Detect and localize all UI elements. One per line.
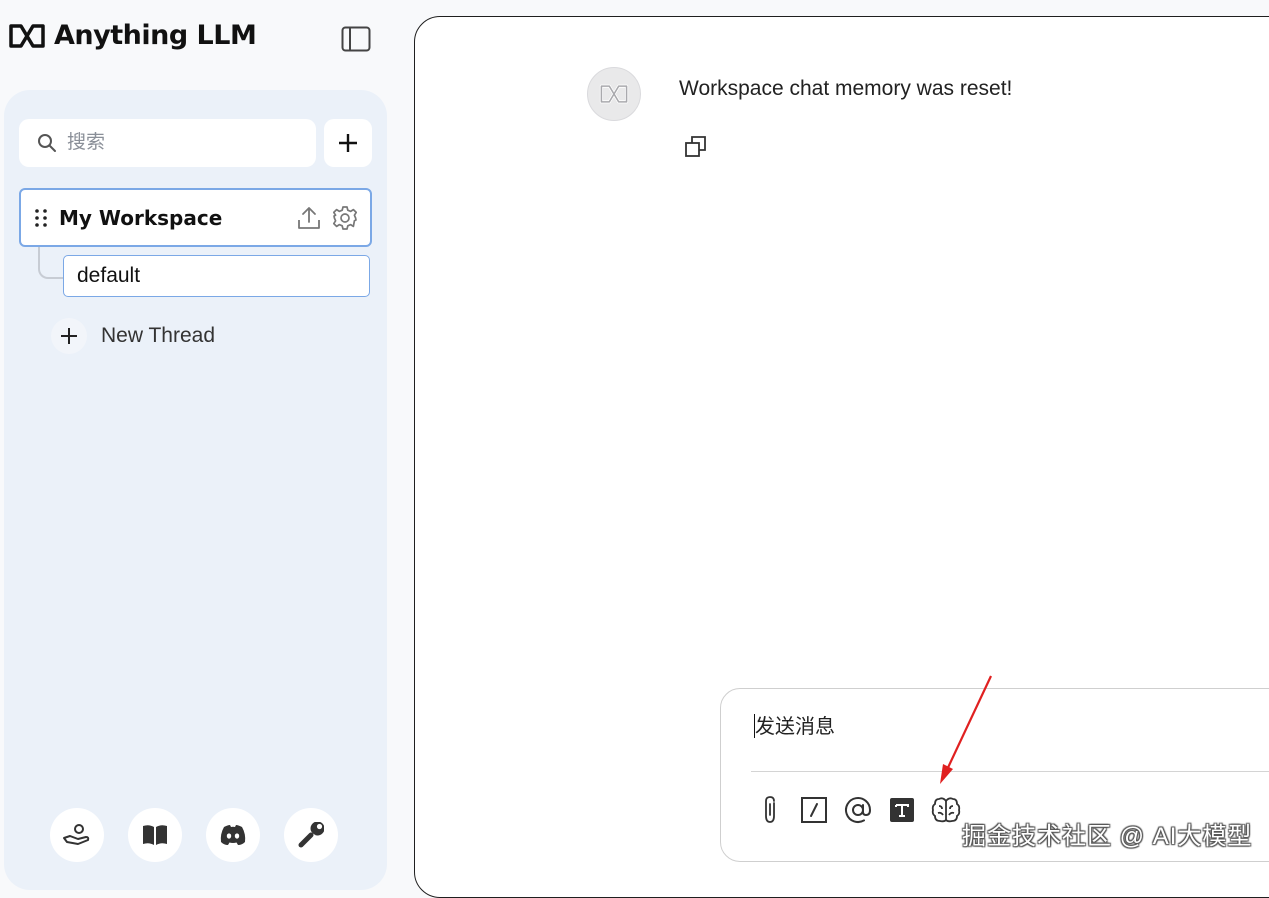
- search-input[interactable]: [65, 131, 299, 155]
- llm-selector-button[interactable]: [931, 795, 961, 825]
- settings-button[interactable]: [284, 808, 338, 862]
- slash-command-icon: [801, 797, 827, 823]
- app-name: Anything LLM: [54, 20, 257, 51]
- text-size-icon: [890, 798, 914, 822]
- drag-handle-icon[interactable]: [33, 207, 49, 229]
- workspace-item[interactable]: My Workspace: [19, 188, 372, 247]
- message-input[interactable]: [753, 709, 1257, 745]
- plus-icon: [51, 318, 87, 354]
- slash-command-button[interactable]: [799, 795, 829, 825]
- thread-label: default: [77, 264, 141, 287]
- watermark-text: 掘金技术社区 @ AI大模型: [962, 823, 1253, 850]
- attach-icon: [765, 796, 775, 823]
- agent-mention-button[interactable]: [843, 795, 873, 825]
- search-box: [19, 119, 316, 167]
- community-hub-icon: [63, 824, 90, 845]
- assistant-avatar: [587, 67, 641, 121]
- sidebar-toggle-button[interactable]: [340, 25, 372, 53]
- thread-tree-connector: [38, 247, 64, 279]
- search-icon: [38, 134, 56, 152]
- sidebar-footer: [50, 808, 338, 862]
- assistant-message-text: Workspace chat memory was reset!: [679, 77, 1013, 100]
- upload-icon[interactable]: [296, 205, 322, 231]
- attach-button[interactable]: [755, 795, 785, 825]
- text-size-button[interactable]: [887, 795, 917, 825]
- docs-book-icon: [143, 825, 167, 845]
- brain-llm-icon: [931, 797, 961, 823]
- thread-item-default[interactable]: default: [63, 255, 370, 297]
- community-hub-button[interactable]: [50, 808, 104, 862]
- discord-icon: [220, 825, 246, 845]
- new-thread-label: New Thread: [101, 324, 216, 347]
- docs-button[interactable]: [128, 808, 182, 862]
- new-thread-button[interactable]: New Thread: [51, 318, 215, 354]
- settings-wrench-icon: [298, 822, 324, 848]
- gear-icon[interactable]: [332, 205, 358, 231]
- composer-divider: [751, 771, 1269, 772]
- plus-icon: [339, 134, 357, 152]
- workspace-label: My Workspace: [59, 205, 223, 230]
- composer-toolbar: [755, 795, 961, 825]
- anythingllm-logo-icon: [599, 84, 629, 104]
- anythingllm-logo-icon: [9, 23, 45, 48]
- add-workspace-button[interactable]: [324, 119, 372, 167]
- discord-button[interactable]: [206, 808, 260, 862]
- sidebar-toggle-icon: [341, 26, 371, 52]
- workspace-actions: [296, 205, 358, 231]
- copy-icon[interactable]: [683, 134, 709, 160]
- sidebar: My Workspace default New Thread: [4, 90, 387, 890]
- at-agent-icon: [845, 797, 872, 823]
- text-caret: [754, 714, 755, 738]
- app-brand: Anything LLM: [8, 20, 257, 51]
